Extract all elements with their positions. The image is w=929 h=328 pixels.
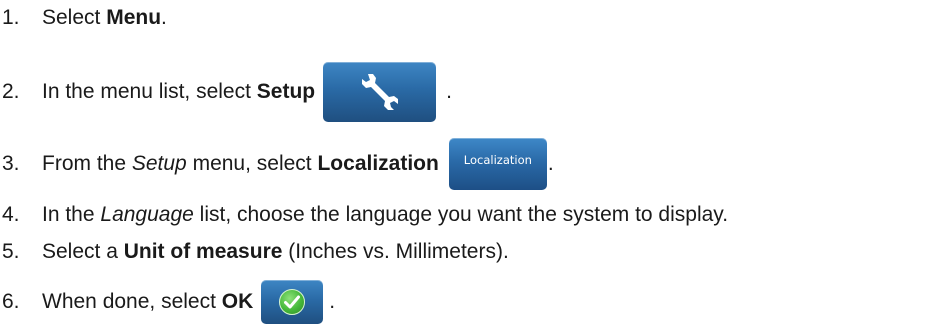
- step-text-italic: Language: [100, 203, 194, 226]
- step-5: 5. Select a Unit of measure (Inches vs. …: [0, 237, 509, 267]
- step-3: 3. From the Setup menu, select Localizat…: [0, 138, 554, 190]
- step-6: 6. When done, select OK .: [0, 280, 335, 324]
- step-text: Select a Unit of measure (Inches vs. Mil…: [42, 240, 509, 264]
- step-text-bold: Setup: [256, 80, 316, 103]
- step-number: 1.: [2, 6, 20, 29]
- step-text-bold: Localization: [317, 152, 439, 175]
- step-2: 2. In the menu list, select Setup .: [0, 62, 452, 122]
- localization-button[interactable]: Localization: [448, 138, 547, 190]
- step-text-plain: menu, select: [186, 152, 318, 175]
- wrench-icon: [362, 74, 399, 110]
- step-text-bold: Menu: [106, 6, 162, 29]
- checkmark-icon: [279, 289, 306, 315]
- setup-button[interactable]: [323, 62, 437, 122]
- step-text-italic: Setup: [131, 152, 187, 175]
- step-text-plain: .: [547, 152, 554, 175]
- step-text-plain: list, choose the language you want the s…: [193, 203, 729, 226]
- step-text-plain: When done, select: [42, 290, 222, 313]
- step-text: From the Setup menu, select Localization: [42, 152, 439, 176]
- ok-button[interactable]: [261, 280, 324, 324]
- step-number: 4.: [2, 203, 20, 226]
- step-number: 5.: [2, 240, 20, 263]
- step-text-plain: Select a: [42, 240, 124, 263]
- step-text-bold: OK: [221, 290, 254, 313]
- step-text-plain: In the menu list, select: [42, 80, 257, 103]
- step-4: 4. In the Language list, choose the lang…: [0, 200, 728, 230]
- step-text-bold: Unit of measure: [123, 240, 283, 263]
- step-text: When done, select OK: [42, 290, 253, 314]
- step-text: In the Language list, choose the languag…: [42, 203, 728, 227]
- step-text-plain: From the: [42, 152, 132, 175]
- step-text-plain: (Inches vs. Millimeters).: [282, 240, 509, 263]
- step-1: 1. Select Menu.: [0, 3, 167, 33]
- step-text-plain: .: [329, 290, 336, 313]
- step-number: 6.: [2, 290, 20, 313]
- step-text: Select Menu.: [42, 6, 167, 30]
- step-text-plain: Select: [42, 6, 107, 29]
- step-text-plain: .: [161, 6, 167, 29]
- step-text-plain: In the: [42, 203, 101, 226]
- step-number: 2.: [2, 80, 20, 103]
- step-number: 3.: [2, 152, 20, 175]
- step-text: In the menu list, select Setup: [42, 80, 315, 104]
- step-text-plain: .: [446, 80, 452, 103]
